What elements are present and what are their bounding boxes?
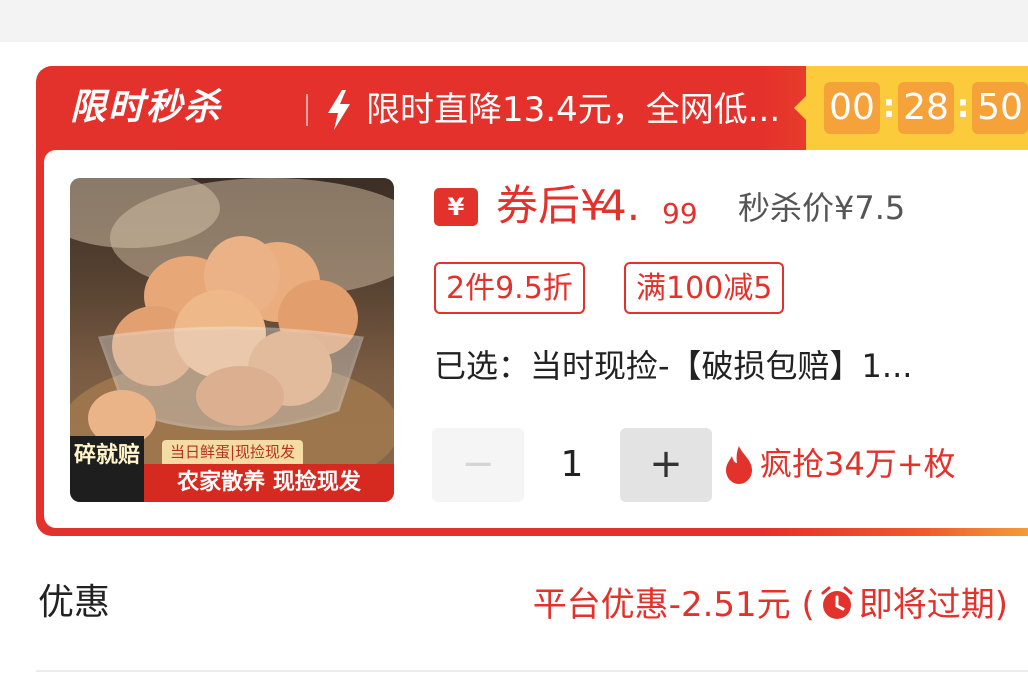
countdown-seconds: 50 — [972, 82, 1028, 134]
discount-label: 优惠 — [38, 582, 111, 623]
countdown-colon: : — [956, 87, 970, 125]
promo-tag[interactable]: 满100减5 — [624, 262, 785, 314]
quantity-value[interactable]: 1 — [524, 428, 620, 502]
countdown-minutes: 28 — [898, 82, 954, 134]
discount-value: 平台优惠-2.51元 ( 即将过期) — [533, 580, 1008, 630]
seckill-price: 秒杀价¥7.5 — [738, 189, 906, 227]
broken-compensation-badge: 碎就赔 — [70, 436, 144, 502]
product-image[interactable]: 碎就赔 当日鲜蛋|现捡现发 农家散养 现捡现发 — [70, 178, 394, 502]
top-spacer — [0, 0, 1028, 42]
countdown-colon: : — [882, 87, 896, 125]
promo-tag[interactable]: 2件9.5折 — [434, 262, 585, 314]
quantity-increase-button[interactable]: + — [620, 428, 712, 502]
discount-amount: 平台优惠-2.51元 ( — [532, 585, 815, 625]
fresh-eggs-badge: 当日鲜蛋|现捡现发 — [162, 440, 304, 464]
discount-expiry: 即将过期) — [858, 585, 1008, 625]
fire-icon — [726, 446, 752, 484]
sales-count: 疯抢34万+枚 — [760, 445, 956, 483]
selected-variant[interactable]: 已选：当时现捡-【破损包赔】1... — [434, 340, 1014, 392]
countdown-timer: 00 : 28 : 50 — [806, 66, 1028, 150]
flash-sale-promo-text: 限时直降13.4元，全网低... — [366, 90, 781, 130]
quantity-decrease-button[interactable]: − — [432, 428, 524, 502]
banner-divider — [306, 94, 308, 126]
lightning-icon — [328, 90, 350, 130]
price-integer: 4. — [600, 181, 641, 230]
price-decimal: 99 — [662, 197, 698, 230]
alarm-clock-icon — [821, 586, 853, 619]
coupon-icon: ¥ — [434, 188, 478, 226]
discount-row[interactable]: 优惠 平台优惠-2.51元 ( 即将过期) — [0, 540, 1028, 670]
product-image-badge: 碎就赔 当日鲜蛋|现捡现发 农家散养 现捡现发 — [70, 436, 394, 502]
row-divider — [36, 670, 1028, 672]
price-after-coupon-label: 券后¥ — [496, 181, 607, 230]
farm-raised-badge: 农家散养 现捡现发 — [144, 464, 394, 502]
product-panel: 碎就赔 当日鲜蛋|现捡现发 农家散养 现捡现发 ¥ 券后¥ 4. 99 秒杀价¥… — [44, 150, 1028, 528]
countdown-hours: 00 — [824, 82, 880, 134]
flash-sale-card: 限时秒杀 限时直降13.4元，全网低... 00 : 28 : 50 碎就赔 当… — [36, 66, 1028, 536]
flash-sale-title: 限时秒杀 — [70, 87, 223, 128]
